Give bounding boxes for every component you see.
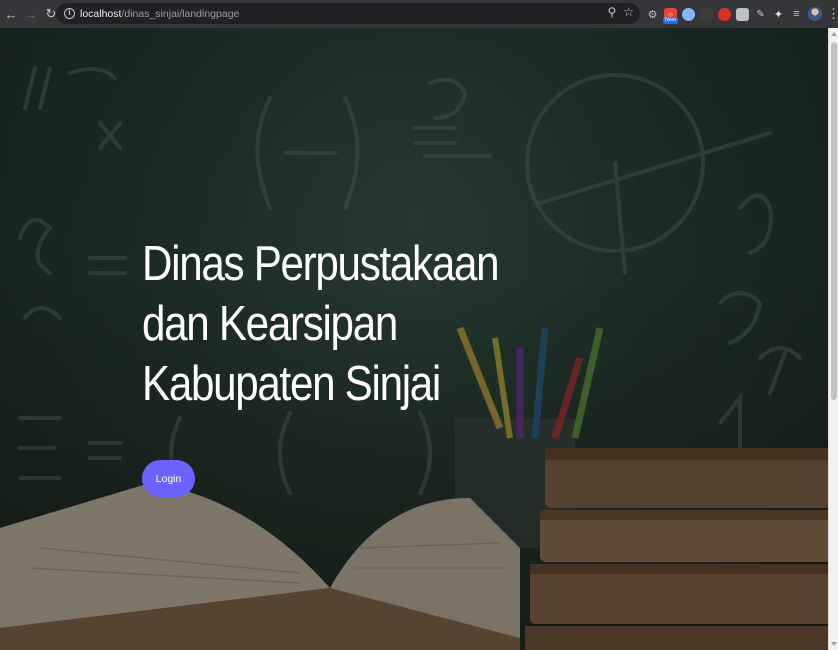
lock-extension-icon[interactable]: ○ New: [663, 7, 679, 24]
scroll-up-icon[interactable]: [831, 32, 837, 36]
new-badge: New: [663, 16, 679, 24]
forward-icon[interactable]: →: [22, 2, 40, 26]
vertical-scrollbar[interactable]: [828, 28, 838, 650]
translate-extension-icon[interactable]: [682, 7, 695, 21]
bookmark-star-icon[interactable]: ☆: [623, 5, 634, 19]
reading-list-icon[interactable]: ≡: [790, 8, 803, 21]
landing-page: Dinas Perpustakaan dan Kearsipan Kabupat…: [0, 28, 828, 650]
dark-extension-icon[interactable]: [700, 7, 713, 21]
menu-kebab-icon[interactable]: ⋮: [827, 6, 838, 22]
hero-title: Dinas Perpustakaan dan Kearsipan Kabupat…: [142, 237, 500, 411]
clipboard-extension-icon[interactable]: [736, 7, 749, 21]
gear-extension-icon[interactable]: ⚙: [646, 8, 659, 21]
login-button[interactable]: Login: [142, 460, 195, 497]
url-text[interactable]: localhost/dinas_sinjai/landingpage: [80, 8, 239, 20]
address-bar[interactable]: i localhost/dinas_sinjai/landingpage ⚲ ☆: [56, 3, 640, 24]
url-path: /dinas_sinjai/landingpage: [121, 7, 240, 20]
scroll-thumb[interactable]: [831, 42, 837, 400]
scroll-down-icon[interactable]: [831, 642, 837, 646]
avatar[interactable]: [808, 7, 822, 21]
pen-extension-icon[interactable]: ✎: [754, 8, 767, 21]
zoom-icon[interactable]: ⚲: [607, 5, 616, 19]
red-extension-icon[interactable]: [718, 7, 731, 21]
browser-toolbar: ← → ↻ i localhost/dinas_sinjai/landingpa…: [0, 0, 838, 28]
puzzle-icon[interactable]: ✦: [772, 8, 785, 21]
extensions-bar: ⚙ ○ New ✎ ✦ ≡ ⋮: [646, 4, 838, 24]
info-icon[interactable]: i: [64, 8, 75, 19]
url-host: localhost: [80, 7, 122, 20]
back-icon[interactable]: ←: [2, 2, 20, 26]
